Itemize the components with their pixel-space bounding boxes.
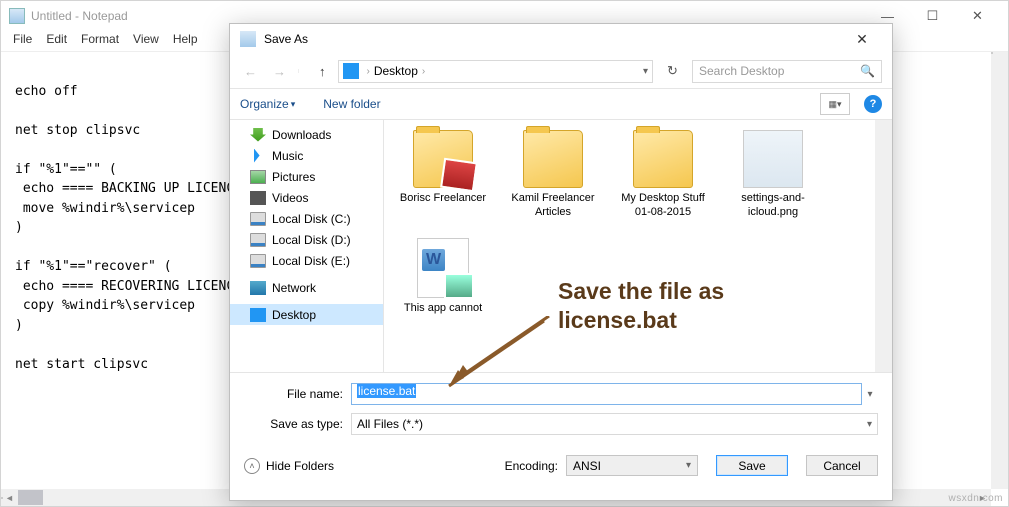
path-location[interactable]: Desktop	[374, 64, 418, 78]
tree-item-videos[interactable]: Videos	[230, 187, 383, 208]
desktop-icon	[343, 63, 359, 79]
watermark: wsxdn.com	[948, 493, 1003, 504]
savetype-select[interactable]: All Files (*.*)▾	[351, 413, 878, 435]
dialog-icon	[240, 31, 256, 47]
notepad-title: Untitled - Notepad	[31, 9, 128, 23]
tree-item-disk-e[interactable]: Local Disk (E:)	[230, 250, 383, 271]
tree-item-pictures[interactable]: Pictures	[230, 166, 383, 187]
chevron-up-icon: ˄	[244, 458, 260, 474]
menu-view[interactable]: View	[127, 31, 165, 51]
hide-folders-button[interactable]: ˄ Hide Folders	[244, 458, 334, 474]
vertical-scrollbar[interactable]	[991, 52, 1008, 489]
close-button[interactable]: ✕	[955, 2, 1000, 31]
desktop-icon	[250, 308, 266, 322]
file-item[interactable]: My Desktop Stuff 01-08-2015	[614, 130, 712, 220]
search-box[interactable]: Search Desktop 🔍	[692, 60, 882, 83]
chevron-down-icon: ▾	[291, 99, 296, 110]
filelist-scrollbar[interactable]	[875, 120, 892, 372]
filename-input[interactable]: license.bat	[351, 383, 862, 405]
file-item[interactable]: settings-and-icloud.png	[724, 130, 822, 220]
tree-item-desktop[interactable]: Desktop	[230, 304, 383, 325]
file-item[interactable]: Borisc Freelancer	[394, 130, 492, 220]
filename-dropdown-icon[interactable]: ▾	[862, 389, 878, 400]
nav-back-button[interactable]: ←	[240, 62, 261, 81]
savetype-label: Save as type:	[244, 417, 351, 431]
dialog-close-button[interactable]: ✕	[842, 31, 882, 48]
new-folder-button[interactable]: New folder	[323, 97, 380, 111]
videos-icon	[250, 191, 266, 205]
network-icon	[250, 281, 266, 295]
filename-label: File name:	[244, 387, 351, 401]
save-as-dialog: Save As ✕ ← → ↑ › Desktop › ▾ ↻ Search D…	[229, 23, 893, 501]
disk-icon	[250, 254, 266, 268]
notepad-icon	[9, 8, 25, 24]
menu-help[interactable]: Help	[167, 31, 204, 51]
view-options-button[interactable]: ▦ ▾	[820, 93, 850, 115]
tree-item-downloads[interactable]: Downloads	[230, 124, 383, 145]
encoding-select[interactable]: ANSI▾	[566, 455, 698, 476]
organize-button[interactable]: Organize ▾	[240, 97, 295, 111]
tree-item-network[interactable]: Network	[230, 277, 383, 298]
disk-icon	[250, 233, 266, 247]
cancel-button[interactable]: Cancel	[806, 455, 878, 476]
dialog-titlebar: Save As ✕	[230, 24, 892, 54]
navigation-tree: Downloads Music Pictures Videos Local Di…	[230, 120, 384, 372]
address-bar[interactable]: › Desktop › ▾	[338, 60, 654, 83]
encoding-label: Encoding:	[505, 459, 558, 473]
menu-file[interactable]: File	[7, 31, 38, 51]
save-button[interactable]: Save	[716, 455, 788, 476]
tree-item-disk-d[interactable]: Local Disk (D:)	[230, 229, 383, 250]
tree-item-music[interactable]: Music	[230, 145, 383, 166]
search-placeholder: Search Desktop	[699, 64, 784, 78]
maximize-button[interactable]: ☐	[910, 2, 955, 31]
nav-forward-button[interactable]: →	[269, 62, 290, 81]
annotation-text: Save the file as license.bat	[558, 277, 724, 335]
menu-format[interactable]: Format	[75, 31, 125, 51]
help-button[interactable]: ?	[864, 95, 882, 113]
file-item[interactable]: This app cannot	[394, 238, 492, 316]
disk-icon	[250, 212, 266, 226]
pictures-icon	[250, 170, 266, 184]
tree-item-disk-c[interactable]: Local Disk (C:)	[230, 208, 383, 229]
search-icon: 🔍	[860, 64, 875, 78]
music-icon	[250, 149, 266, 163]
dialog-title: Save As	[264, 32, 308, 46]
refresh-button[interactable]: ↻	[661, 60, 684, 83]
nav-up-button[interactable]: ↑	[315, 62, 330, 81]
file-item[interactable]: Kamil Freelancer Articles	[504, 130, 602, 220]
download-icon	[250, 128, 266, 142]
menu-edit[interactable]: Edit	[40, 31, 73, 51]
path-dropdown-icon[interactable]: ▾	[643, 66, 648, 77]
